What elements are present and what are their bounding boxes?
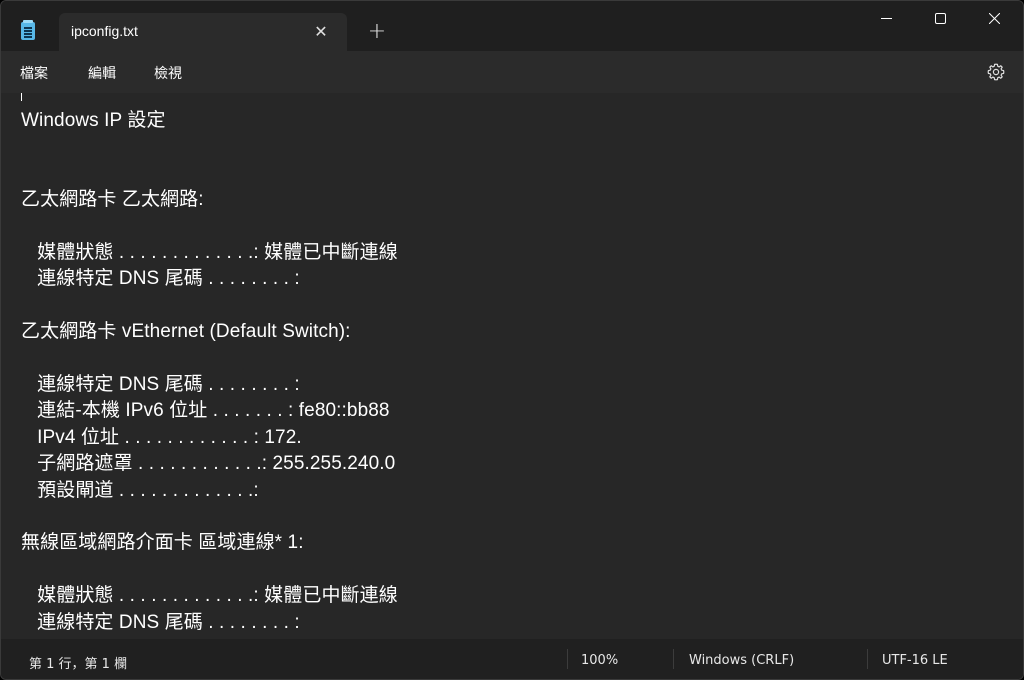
menu-edit[interactable]: 編輯 [88, 63, 116, 83]
editor-line: 乙太網路卡 乙太網路: [21, 189, 204, 211]
status-bar: 第 1 行，第 1 欄 100% Windows (CRLF) UTF-16 L… [1, 639, 1023, 679]
notepad-window: ipconfig.txt ✕ + 檔案 編輯 檢視 Windows IP 設定 … [0, 0, 1024, 680]
editor-line: 無線區域網路介面卡 區域連線* 1: [21, 532, 304, 554]
maximize-button[interactable] [917, 1, 963, 37]
title-bar: ipconfig.txt ✕ + [1, 1, 1023, 51]
editor-line: 連線特定 DNS 尾碼 . . . . . . . . : [21, 374, 300, 395]
editor-line: 連結-本機 IPv6 位址 . . . . . . . : fe80::bb88 [21, 400, 390, 422]
minimize-icon [881, 18, 892, 19]
editor-line: 子網路遮罩 . . . . . . . . . . . .: 255.255.2… [21, 453, 396, 475]
close-button[interactable] [971, 1, 1017, 37]
text-editor[interactable]: Windows IP 設定乙太網路卡 乙太網路: 媒體狀態 . . . . . … [1, 93, 1023, 641]
editor-line: 乙太網路卡 vEthernet (Default Switch): [21, 321, 351, 343]
menu-bar: 檔案 編輯 檢視 [1, 51, 1023, 93]
maximize-icon [935, 13, 946, 24]
status-divider [867, 649, 868, 669]
minimize-button[interactable] [863, 1, 909, 37]
editor-line: 連線特定 DNS 尾碼 . . . . . . . . : [21, 611, 300, 633]
line-ending[interactable]: Windows (CRLF) [689, 653, 794, 668]
zoom-level[interactable]: 100% [581, 653, 618, 668]
editor-line: 連線特定 DNS 尾碼 . . . . . . . . : [21, 268, 300, 290]
text-caret [21, 93, 22, 101]
encoding[interactable]: UTF-16 LE [882, 653, 948, 668]
editor-line: Windows IP 設定 [21, 110, 166, 131]
editor-line: IPv4 位址 . . . . . . . . . . . . : 172. [21, 426, 302, 448]
editor-line: 媒體狀態 . . . . . . . . . . . . .: 媒體已中斷連線 [21, 242, 398, 263]
close-tab-icon[interactable]: ✕ [311, 22, 331, 42]
menu-file[interactable]: 檔案 [20, 63, 48, 83]
gear-icon[interactable] [986, 62, 1006, 82]
editor-line: 預設閘道 . . . . . . . . . . . . .: [21, 479, 259, 501]
status-divider [567, 649, 568, 669]
status-divider [673, 649, 674, 669]
notepad-icon [21, 20, 35, 40]
tab-ipconfig[interactable]: ipconfig.txt ✕ [59, 13, 347, 51]
new-tab-button[interactable]: + [365, 21, 389, 45]
cursor-position: 第 1 行，第 1 欄 [29, 657, 128, 672]
menu-view[interactable]: 檢視 [154, 63, 182, 83]
tab-title: ipconfig.txt [71, 23, 138, 39]
editor-line: 媒體狀態 . . . . . . . . . . . . .: 媒體已中斷連線 [21, 585, 398, 607]
close-icon [989, 13, 1000, 24]
